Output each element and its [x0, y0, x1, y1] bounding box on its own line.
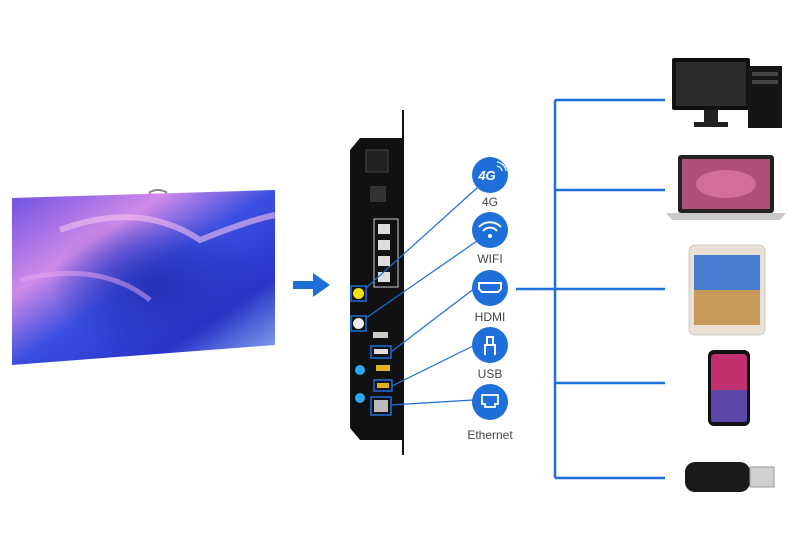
label-ethernet: Ethernet	[467, 428, 513, 442]
interface-hdmi: HDMI	[472, 270, 508, 324]
wifi-icon	[472, 212, 508, 248]
tablet-icon	[688, 244, 766, 336]
svg-text:4G: 4G	[477, 168, 495, 183]
connection-diagram: 4G 4G WIFI HDMI USB Ethernet	[12, 58, 786, 492]
controller-box	[350, 110, 404, 455]
distribution-lines	[516, 98, 665, 480]
laptop-icon	[666, 155, 786, 220]
label-hdmi: HDMI	[475, 310, 506, 324]
label-usb: USB	[478, 367, 503, 381]
interface-ethernet: Ethernet	[467, 384, 513, 442]
interface-usb: USB	[472, 327, 508, 381]
usb-flash-drive-icon	[685, 462, 775, 492]
smartphone-icon	[708, 350, 750, 426]
interface-4g: 4G 4G	[472, 157, 508, 209]
arrow-right-icon	[293, 273, 330, 297]
ethernet-icon	[472, 384, 508, 420]
led-display-panel	[12, 189, 276, 365]
hdmi-icon	[472, 270, 508, 306]
label-4g: 4G	[482, 195, 498, 209]
label-wifi: WIFI	[477, 252, 502, 266]
desktop-pc-icon	[672, 58, 782, 128]
interface-wifi: WIFI	[472, 212, 508, 266]
